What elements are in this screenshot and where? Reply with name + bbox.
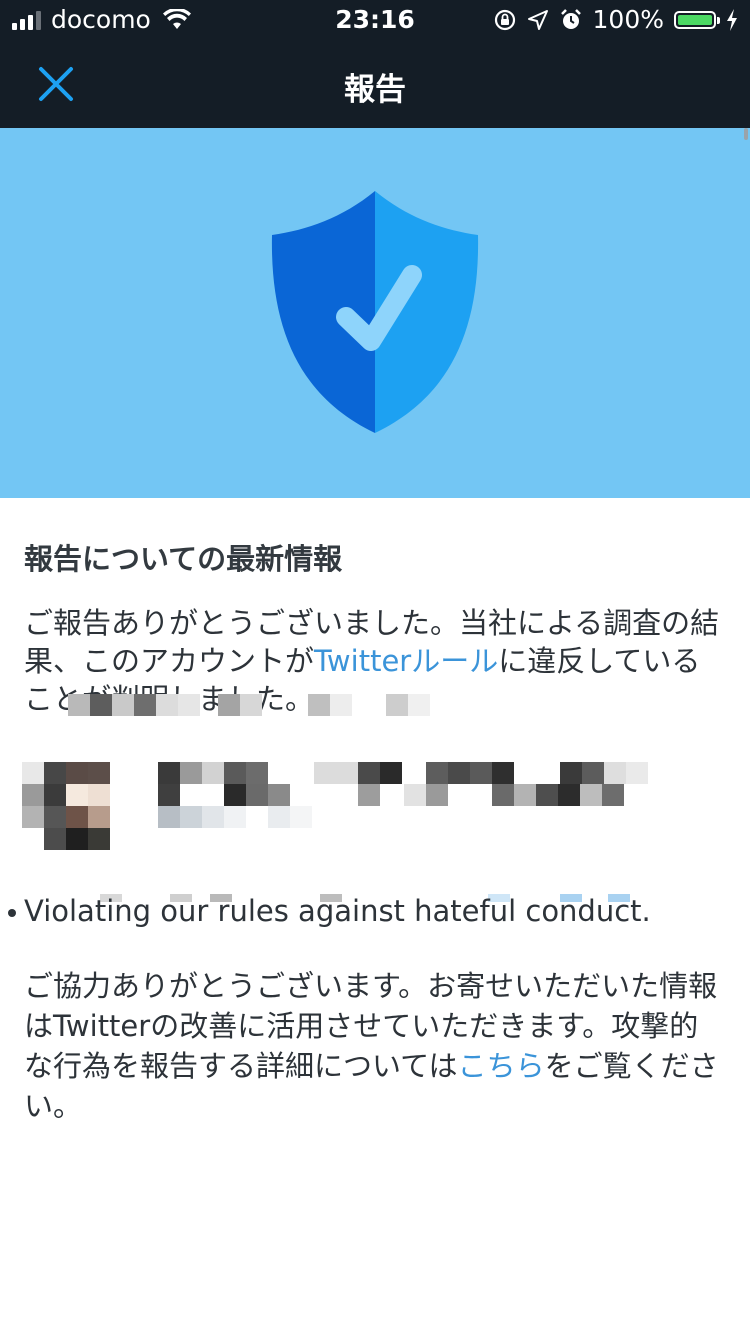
navigation-bar: 報告 <box>0 40 750 128</box>
violation-text: Violating our rules against hateful cond… <box>24 894 651 928</box>
location-icon <box>527 9 548 30</box>
details-link[interactable]: こちら <box>458 1049 545 1083</box>
redacted-account-name <box>158 762 658 832</box>
page-title: 報告 <box>344 72 406 108</box>
twitter-rules-link[interactable]: Twitterルール <box>314 644 498 678</box>
hero-banner <box>0 128 750 498</box>
battery-percent: 100% <box>592 5 664 34</box>
violation-item: Violating our rules against hateful cond… <box>8 894 724 928</box>
alarm-icon <box>560 8 581 29</box>
battery-icon <box>674 10 720 29</box>
scroll-indicator[interactable] <box>744 128 748 140</box>
thank-you-text: ご協力ありがとうございます。お寄せいただいた情報はTwitterの改善に活用させ… <box>24 966 724 1126</box>
report-heading: 報告についての最新情報 <box>24 542 343 576</box>
status-right: 100% <box>493 5 738 34</box>
bullet-dot <box>8 909 16 917</box>
orientation-lock-icon <box>494 9 515 30</box>
charging-icon <box>727 8 737 31</box>
redacted-avatar <box>22 762 112 854</box>
status-bar: docomo 23:16 100% <box>0 0 750 40</box>
shield-check-icon <box>271 191 479 433</box>
redaction-mosaic <box>68 694 448 722</box>
